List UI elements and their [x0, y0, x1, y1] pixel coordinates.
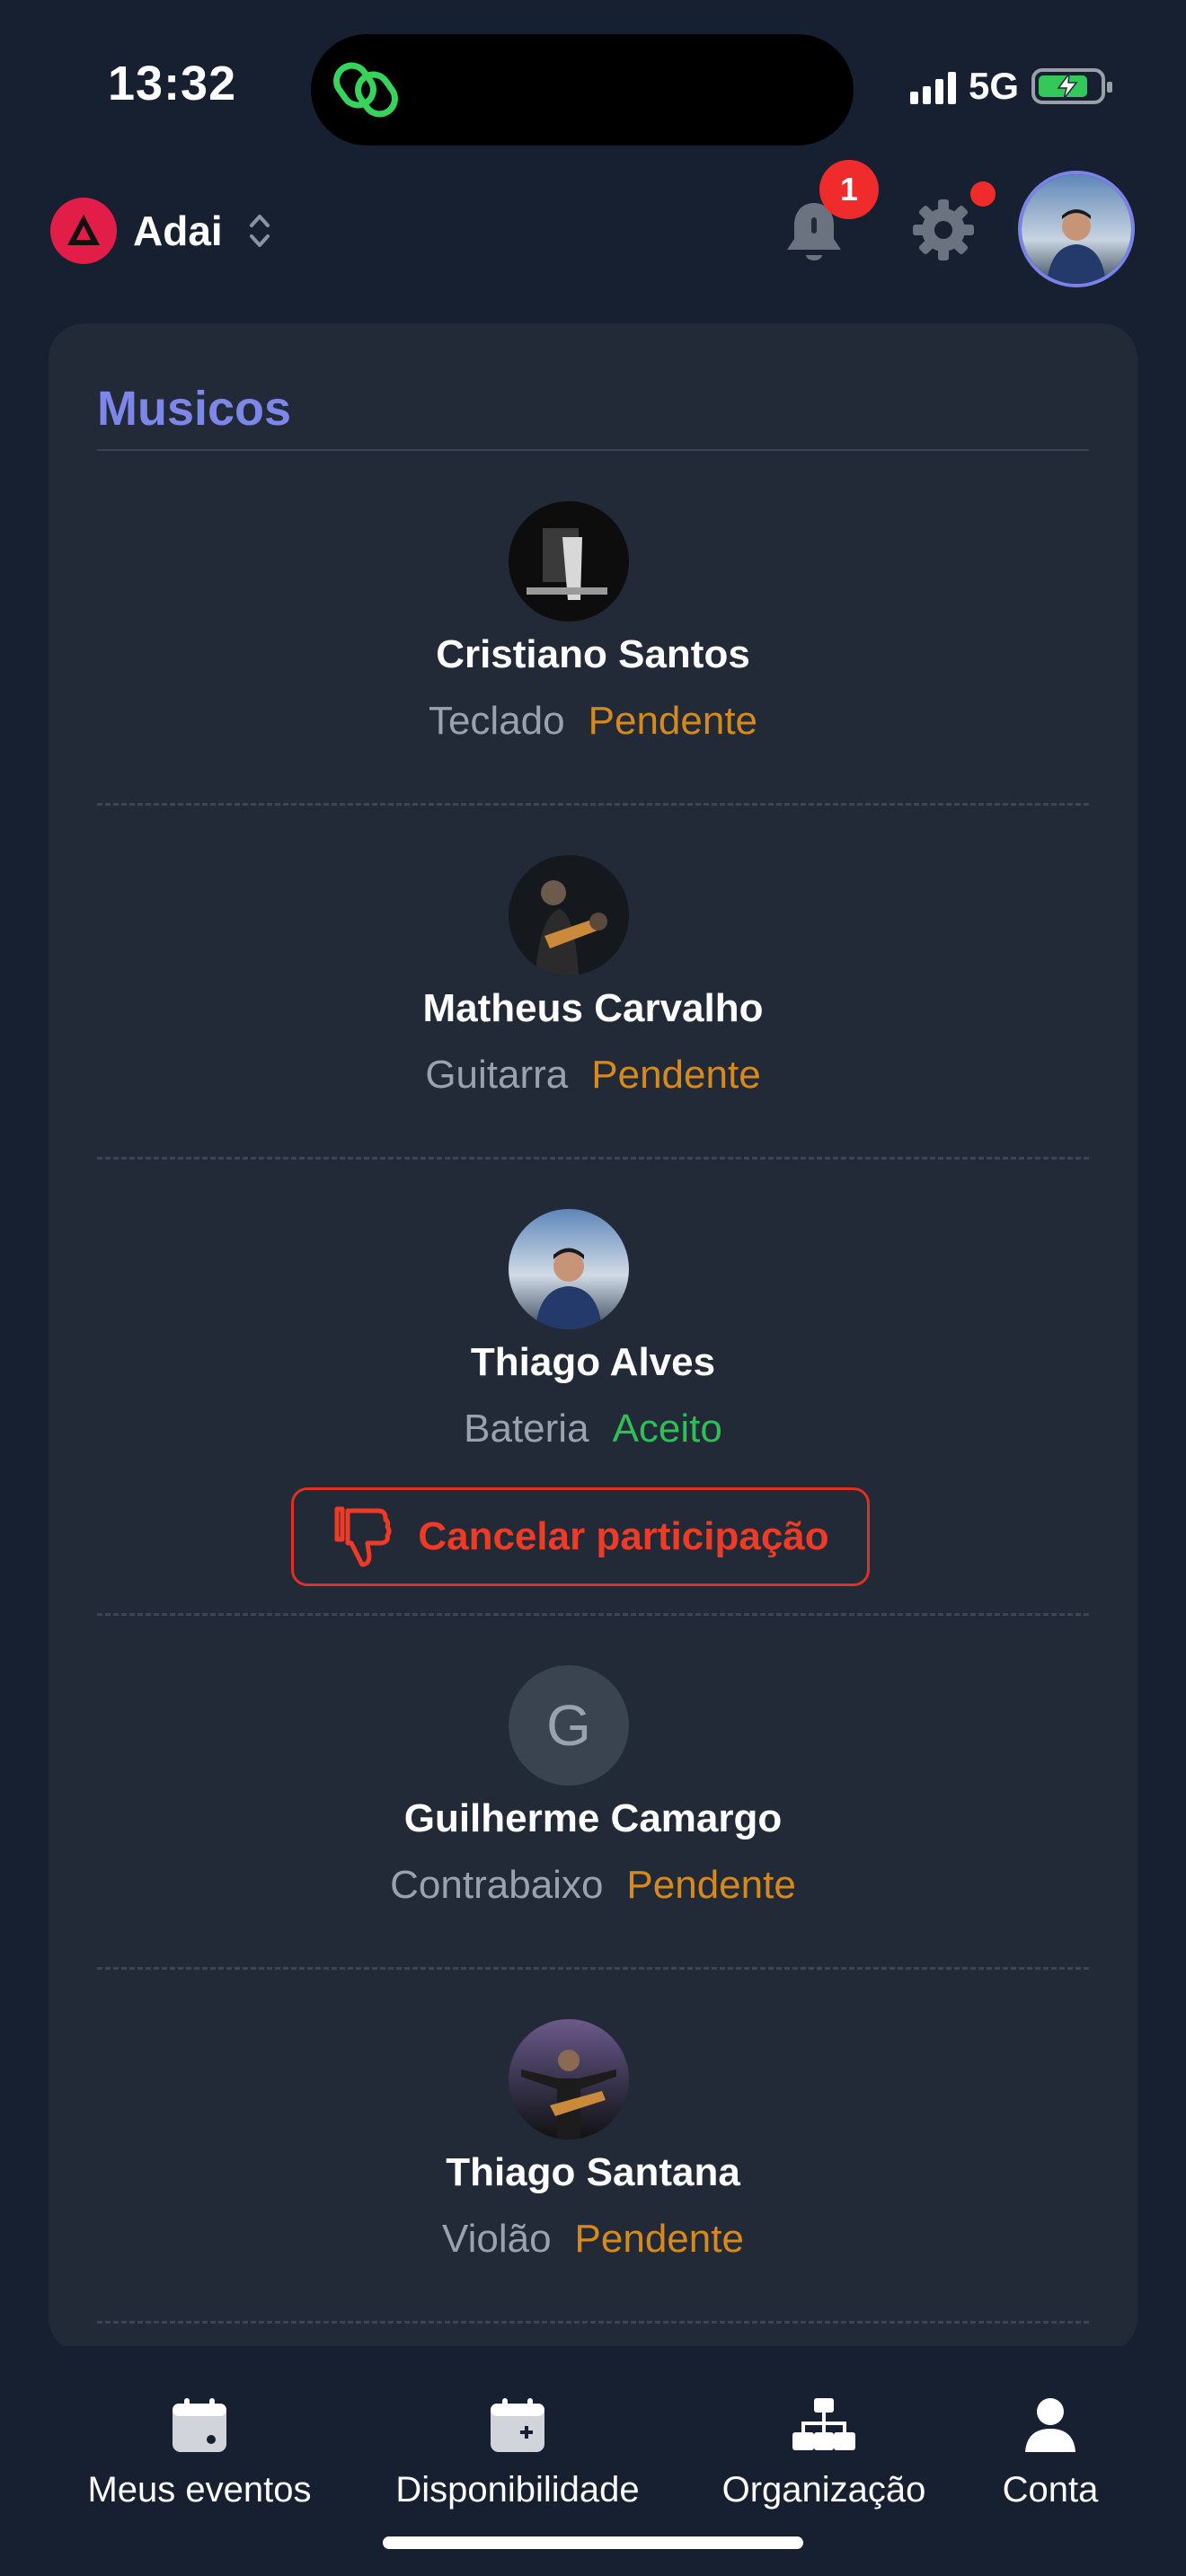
status-badge: Pendente [626, 1863, 796, 1907]
user-icon [1025, 2398, 1075, 2452]
battery-icon [1031, 68, 1112, 104]
org-chart-icon [792, 2398, 855, 2450]
avatar [509, 2019, 629, 2139]
status-badge: Pendente [588, 699, 758, 743]
status-time: 13:32 [108, 57, 237, 110]
section-title: Musicos [97, 382, 292, 436]
profile-avatar[interactable] [1018, 171, 1135, 287]
app-header: Adai [0, 171, 1186, 314]
network-label: 5G [968, 65, 1019, 107]
member-name: Cristiano Santos [436, 632, 750, 676]
cancel-participation-button[interactable]: Cancelar participação [291, 1487, 870, 1586]
org-name: Adai [133, 207, 223, 254]
status-indicators: 5G [909, 65, 1112, 108]
member-name: Guilherme Camargo [403, 1796, 783, 1840]
section-divider [97, 449, 1089, 451]
member-role: Teclado [428, 699, 565, 743]
nav-item-meus-eventos[interactable]: Meus eventos [72, 2396, 327, 2510]
member-meta: Contrabaixo Pendente [49, 1863, 1137, 1908]
member-name: Matheus Carvalho [422, 986, 764, 1030]
member-role: Bateria [464, 1407, 589, 1451]
dynamic-island [311, 34, 854, 146]
settings-alert-dot [970, 181, 996, 207]
nav-label: Disponibilidade [395, 2470, 640, 2510]
chevron-up-down-icon [249, 215, 270, 247]
member-meta: Bateria Aceito [49, 1407, 1137, 1451]
link-activity-icon [333, 62, 398, 118]
member-name: Thiago Alves [470, 1340, 716, 1384]
org-switcher[interactable]: Adai [50, 198, 273, 264]
dashed-divider [97, 1967, 1089, 1970]
member-name: Thiago Santana [446, 2150, 740, 2194]
dashed-divider [97, 803, 1089, 806]
dashed-divider [97, 1157, 1089, 1160]
dashed-divider [97, 1613, 1089, 1616]
avatar [509, 501, 629, 622]
avatar: G [509, 1665, 629, 1786]
member-role: Violão [442, 2217, 552, 2261]
nav-label: Conta [1002, 2470, 1099, 2510]
home-indicator [383, 2536, 803, 2549]
calendar-icon [173, 2398, 226, 2452]
notification-badge: 1 [819, 160, 879, 219]
nav-item-disponibilidade[interactable]: Disponibilidade [377, 2396, 658, 2510]
status-bar: 13:32 5G [0, 0, 1186, 171]
member-meta: Teclado Pendente [49, 699, 1137, 744]
member-role: Contrabaixo [390, 1863, 604, 1907]
member-meta: Guitarra Pendente [49, 1053, 1137, 1098]
dashed-divider [97, 2321, 1089, 2324]
calendar-add-icon [491, 2398, 544, 2452]
nav-item-organizacao[interactable]: Organização [710, 2396, 938, 2510]
status-badge: Pendente [591, 1053, 761, 1097]
nav-label: Meus eventos [87, 2470, 312, 2510]
cancel-participation-label: Cancelar participação [418, 1514, 829, 1558]
nav-label: Organização [721, 2470, 926, 2510]
status-badge: Pendente [574, 2217, 744, 2261]
avatar [509, 855, 629, 975]
status-badge: Aceito [612, 1407, 722, 1451]
musicians-card: Musicos Cristiano Santos Teclado Pendente [49, 323, 1137, 2353]
org-logo-icon [50, 198, 117, 264]
avatar [509, 1209, 629, 1329]
member-meta: Violão Pendente [49, 2217, 1137, 2262]
thumbs-down-icon [334, 1506, 392, 1567]
nav-item-conta[interactable]: Conta [987, 2396, 1114, 2510]
signal-strength-icon [909, 68, 956, 104]
member-role: Guitarra [425, 1053, 569, 1097]
gear-icon[interactable] [909, 196, 978, 264]
